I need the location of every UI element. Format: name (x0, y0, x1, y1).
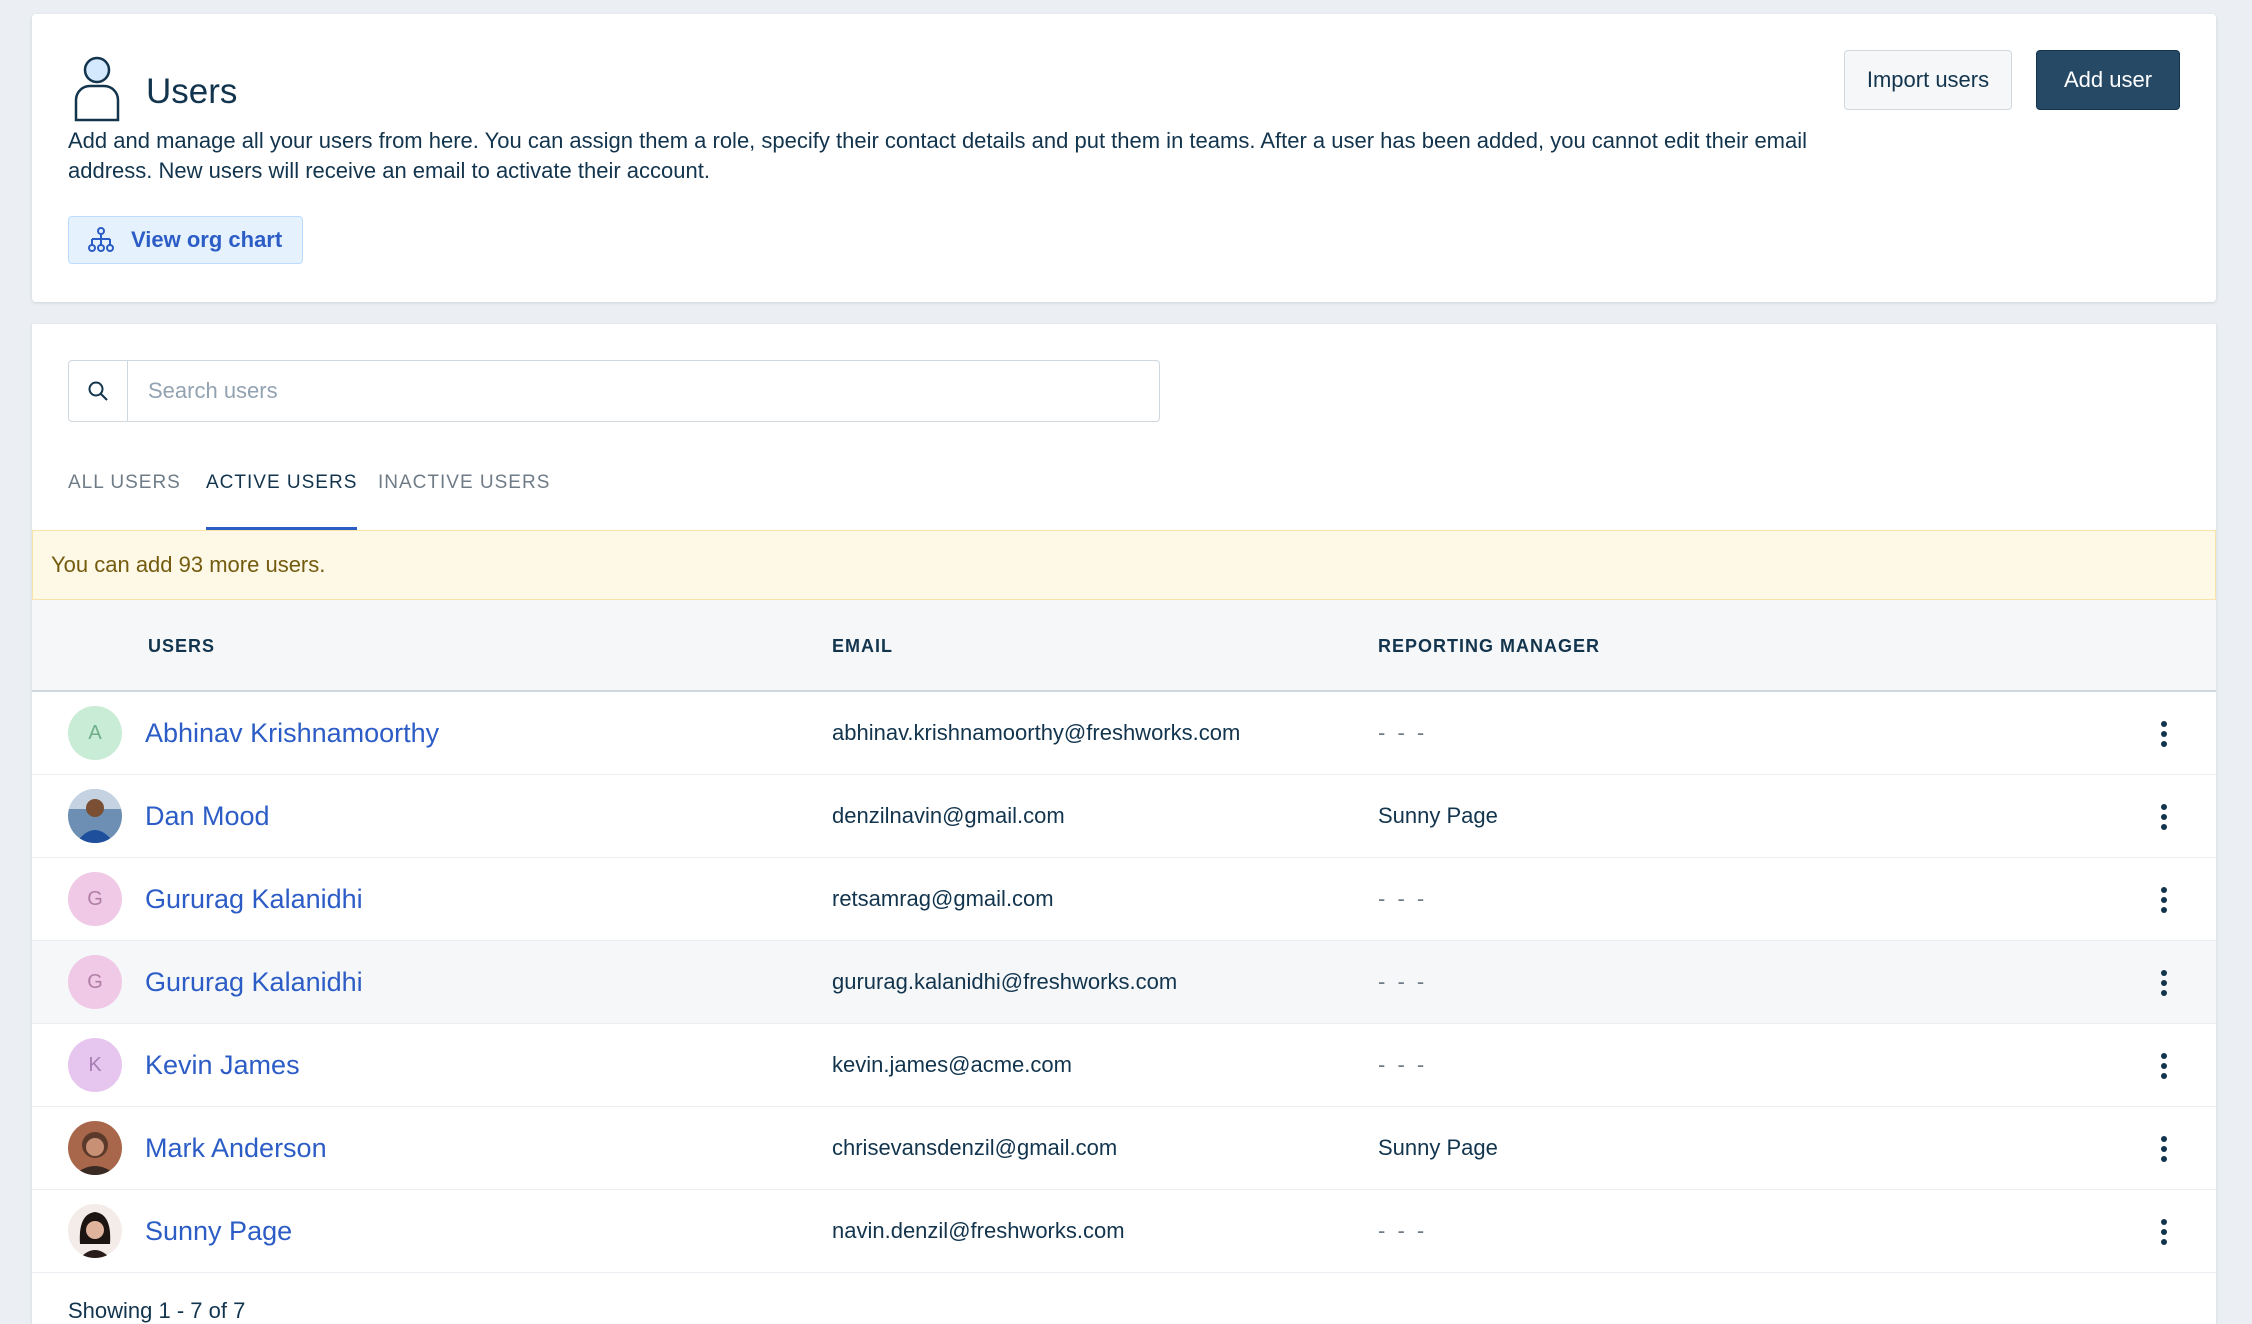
search-icon-wrap (69, 361, 128, 421)
users-list-card: ALL USERS ACTIVE USERS INACTIVE USERS Yo… (32, 324, 2216, 1324)
page-title: Users (146, 72, 238, 111)
user-photo-icon (68, 1204, 122, 1258)
tab-active-users[interactable]: ACTIVE USERS (206, 472, 358, 530)
user-name-link[interactable]: Sunny Page (145, 1216, 292, 1247)
column-email: EMAIL (832, 636, 893, 656)
user-email: navin.denzil@freshworks.com (832, 1218, 1125, 1243)
user-email: denzilnavin@gmail.com (832, 803, 1065, 828)
reporting-manager: - - - (1378, 969, 1428, 994)
avatar: G (68, 955, 122, 1009)
table-row[interactable]: G Gururag Kalanidhi retsamrag@gmail.com … (32, 858, 2216, 941)
avatar (68, 1121, 122, 1175)
user-photo-icon (68, 789, 122, 843)
more-options-icon[interactable] (2158, 1052, 2170, 1080)
reporting-manager: Sunny Page (1378, 1135, 1498, 1160)
users-header-card: Users Add and manage all your users from… (32, 14, 2216, 302)
table-row[interactable]: A Abhinav Krishnamoorthy abhinav.krishna… (32, 692, 2216, 775)
search-input[interactable] (128, 361, 1159, 421)
reporting-manager: - - - (1378, 886, 1428, 911)
search-icon (88, 381, 108, 401)
user-icon (74, 56, 120, 122)
more-options-icon[interactable] (2158, 1218, 2170, 1246)
avatar: A (68, 706, 122, 760)
user-email: retsamrag@gmail.com (832, 886, 1054, 911)
view-org-chart-label: View org chart (131, 227, 283, 252)
table-row[interactable]: Dan Mood denzilnavin@gmail.com Sunny Pag… (32, 775, 2216, 858)
user-photo-icon (68, 1121, 122, 1175)
user-name-link[interactable]: Abhinav Krishnamoorthy (145, 718, 439, 749)
import-users-button[interactable]: Import users (1844, 50, 2012, 110)
tab-inactive-users[interactable]: INACTIVE USERS (378, 472, 550, 530)
more-options-icon[interactable] (2158, 803, 2170, 831)
view-org-chart-button[interactable]: View org chart (68, 216, 304, 264)
pagination-summary: Showing 1 - 7 of 7 (68, 1298, 246, 1323)
more-options-icon[interactable] (2158, 886, 2170, 914)
table-row[interactable]: K Kevin James kevin.james@acme.com - - - (32, 1024, 2216, 1107)
user-email: gururag.kalanidhi@freshworks.com (832, 969, 1178, 994)
table-header: USERS EMAIL REPORTING MANAGER (32, 600, 2216, 692)
column-reporting-manager: REPORTING MANAGER (1378, 636, 1601, 656)
table-row[interactable]: Sunny Page navin.denzil@freshworks.com -… (32, 1190, 2216, 1273)
avatar (68, 789, 122, 843)
user-name-link[interactable]: Mark Anderson (145, 1133, 327, 1164)
avatar: G (68, 872, 122, 926)
user-limit-notice: You can add 93 more users. (32, 530, 2216, 600)
user-name-link[interactable]: Gururag Kalanidhi (145, 967, 363, 998)
tab-all-users[interactable]: ALL USERS (68, 472, 181, 530)
reporting-manager: Sunny Page (1378, 803, 1498, 828)
org-chart-icon (88, 227, 114, 252)
table-row[interactable]: G Gururag Kalanidhi gururag.kalanidhi@fr… (32, 941, 2216, 1024)
table-row[interactable]: Mark Anderson chrisevansdenzil@gmail.com… (32, 1107, 2216, 1190)
user-email: abhinav.krishnamoorthy@freshworks.com (832, 720, 1241, 745)
add-user-button[interactable]: Add user (2036, 50, 2180, 110)
search-box (68, 360, 1160, 422)
user-email: chrisevansdenzil@gmail.com (832, 1135, 1118, 1160)
user-name-link[interactable]: Kevin James (145, 1050, 300, 1081)
user-name-link[interactable]: Gururag Kalanidhi (145, 884, 363, 915)
reporting-manager: - - - (1378, 1052, 1428, 1077)
reporting-manager: - - - (1378, 1218, 1428, 1243)
page-description: Add and manage all your users from here.… (68, 128, 1808, 183)
column-users: USERS (148, 636, 216, 656)
user-name-link[interactable]: Dan Mood (145, 801, 270, 832)
more-options-icon[interactable] (2158, 969, 2170, 997)
avatar: K (68, 1038, 122, 1092)
more-options-icon[interactable] (2158, 1135, 2170, 1163)
avatar (68, 1204, 122, 1258)
reporting-manager: - - - (1378, 720, 1428, 745)
more-options-icon[interactable] (2158, 720, 2170, 748)
user-email: kevin.james@acme.com (832, 1052, 1072, 1077)
